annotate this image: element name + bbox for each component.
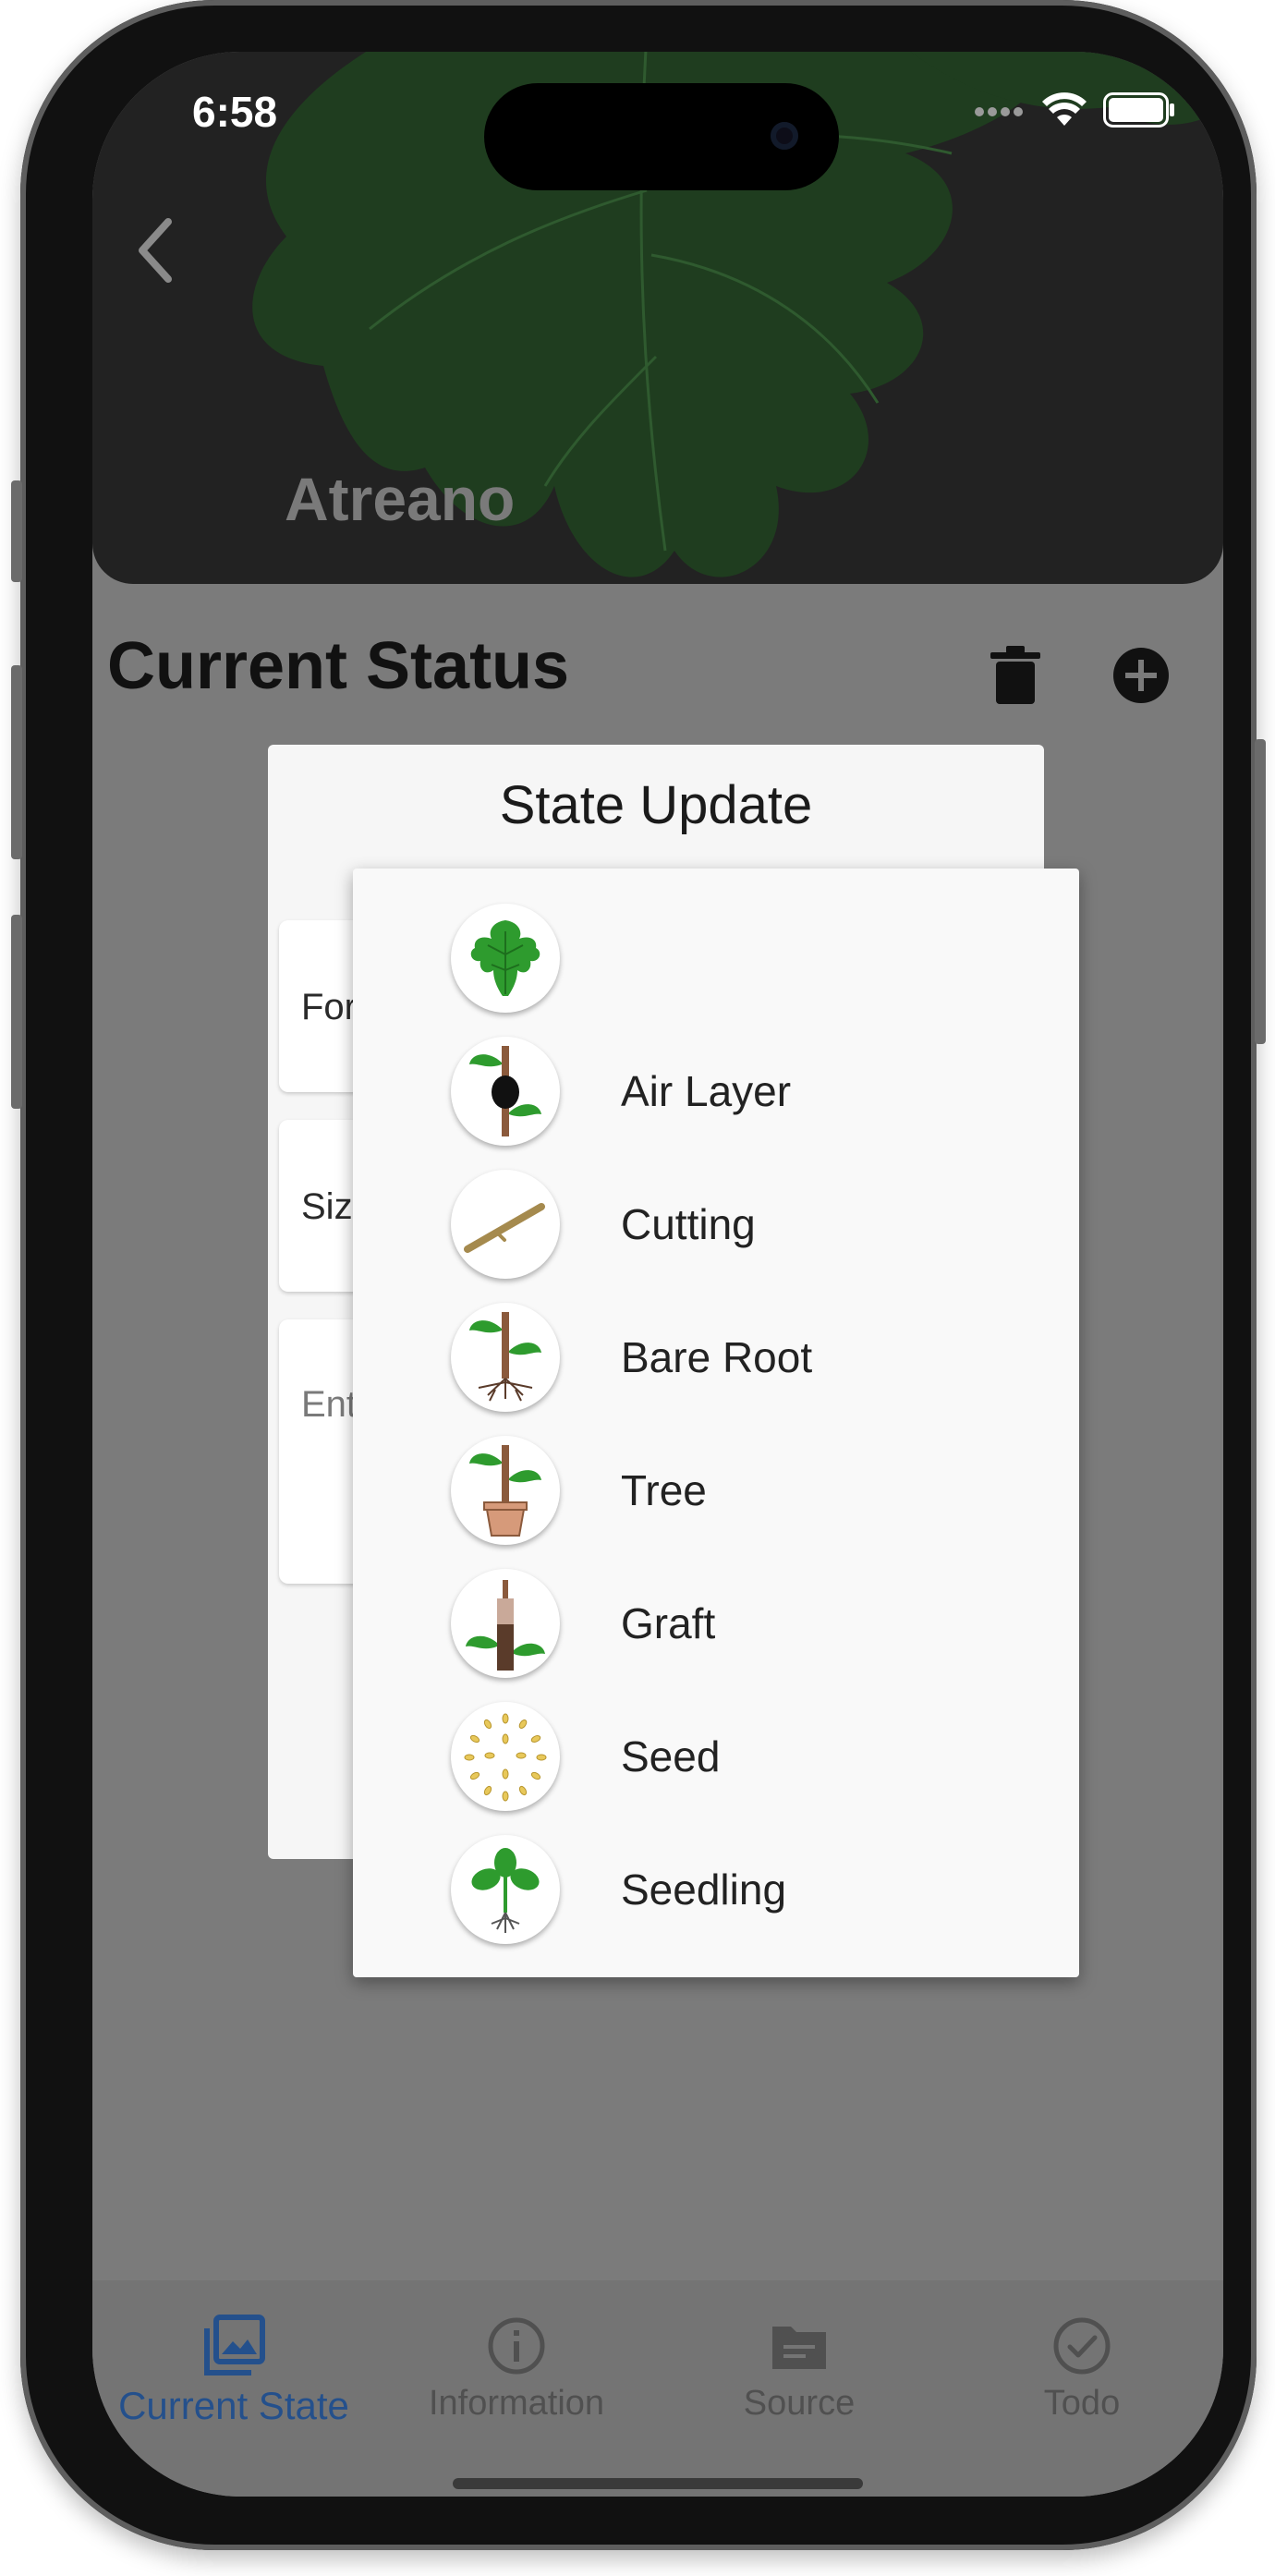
phone-frame: Atreano 6:58 Current Status State Update… xyxy=(11,0,1266,2550)
menu-item-bare-root[interactable]: Bare Root xyxy=(353,1290,1079,1423)
notes-placeholder: Ent xyxy=(301,1384,358,1425)
menu-item-air-layer[interactable]: Air Layer xyxy=(353,1024,1079,1157)
menu-item-label: Bare Root xyxy=(621,1333,813,1381)
menu-item-label: Air Layer xyxy=(621,1067,792,1115)
seeds-icon xyxy=(451,1702,560,1811)
action-button xyxy=(11,480,22,582)
app-screen: Atreano 6:58 Current Status State Update… xyxy=(92,52,1223,2497)
menu-item-label: Seedling xyxy=(621,1865,787,1914)
bottom-tab-bar: Current State Information Source Todo xyxy=(92,2280,1223,2497)
tab-todo[interactable]: Todo xyxy=(941,2280,1223,2465)
menu-item-label: Cutting xyxy=(621,1200,756,1248)
add-circle-icon[interactable] xyxy=(1109,643,1173,708)
trash-icon[interactable] xyxy=(983,643,1048,708)
home-indicator xyxy=(453,2478,863,2489)
tab-label: Information xyxy=(428,2384,605,2423)
air-layer-icon xyxy=(451,1037,560,1146)
power-button xyxy=(1255,739,1266,1044)
menu-item-seedling[interactable]: Seedling xyxy=(353,1822,1079,1955)
tab-current-state[interactable]: Current State xyxy=(92,2280,375,2465)
dialog-title: State Update xyxy=(499,775,813,835)
graft-icon xyxy=(451,1569,560,1678)
menu-item-tree[interactable]: Tree xyxy=(353,1423,1079,1556)
volume-up-button xyxy=(11,665,22,859)
tab-label: Todo xyxy=(1043,2384,1121,2423)
back-chevron-icon[interactable] xyxy=(126,209,185,292)
form-field-text: For xyxy=(301,987,357,1027)
plant-name: Atreano xyxy=(285,465,516,533)
folder-icon xyxy=(772,2327,826,2369)
status-bar: 6:58 xyxy=(92,52,1223,190)
size-field-text: Siz xyxy=(301,1186,353,1227)
plant-type-dropdown-menu: Air Layer Cutting Bare Root Tree Graft S… xyxy=(353,869,1079,1977)
menu-item-cutting[interactable]: Cutting xyxy=(353,1157,1079,1290)
tab-source[interactable]: Source xyxy=(658,2280,941,2465)
photo-library-icon xyxy=(204,2315,265,2376)
menu-item-label: Tree xyxy=(621,1466,707,1514)
cutting-icon xyxy=(451,1170,560,1279)
tab-label: Current State xyxy=(118,2384,349,2427)
menu-item-fig-leaf[interactable] xyxy=(353,891,1079,1024)
status-icons xyxy=(974,92,1175,128)
seedling-icon xyxy=(451,1835,560,1944)
potted-tree-icon xyxy=(451,1436,560,1545)
wifi-icon xyxy=(1042,92,1087,126)
check-circle-icon xyxy=(1053,2317,1111,2375)
fig-leaf-icon xyxy=(451,904,560,1013)
info-icon xyxy=(488,2317,545,2375)
front-camera xyxy=(771,122,798,150)
section-title: Current Status xyxy=(107,629,570,703)
cellular-signal-icon xyxy=(975,107,1023,116)
volume-down-button xyxy=(11,915,22,1109)
status-time: 6:58 xyxy=(192,88,278,136)
menu-item-seed[interactable]: Seed xyxy=(353,1689,1079,1822)
battery-icon xyxy=(1103,92,1174,128)
tab-information[interactable]: Information xyxy=(375,2280,658,2465)
menu-item-label: Graft xyxy=(621,1599,716,1647)
menu-item-graft[interactable]: Graft xyxy=(353,1556,1079,1689)
tab-label: Source xyxy=(743,2384,856,2423)
menu-item-label: Seed xyxy=(621,1732,721,1780)
dynamic-island xyxy=(484,83,839,190)
bare-root-icon xyxy=(451,1303,560,1412)
